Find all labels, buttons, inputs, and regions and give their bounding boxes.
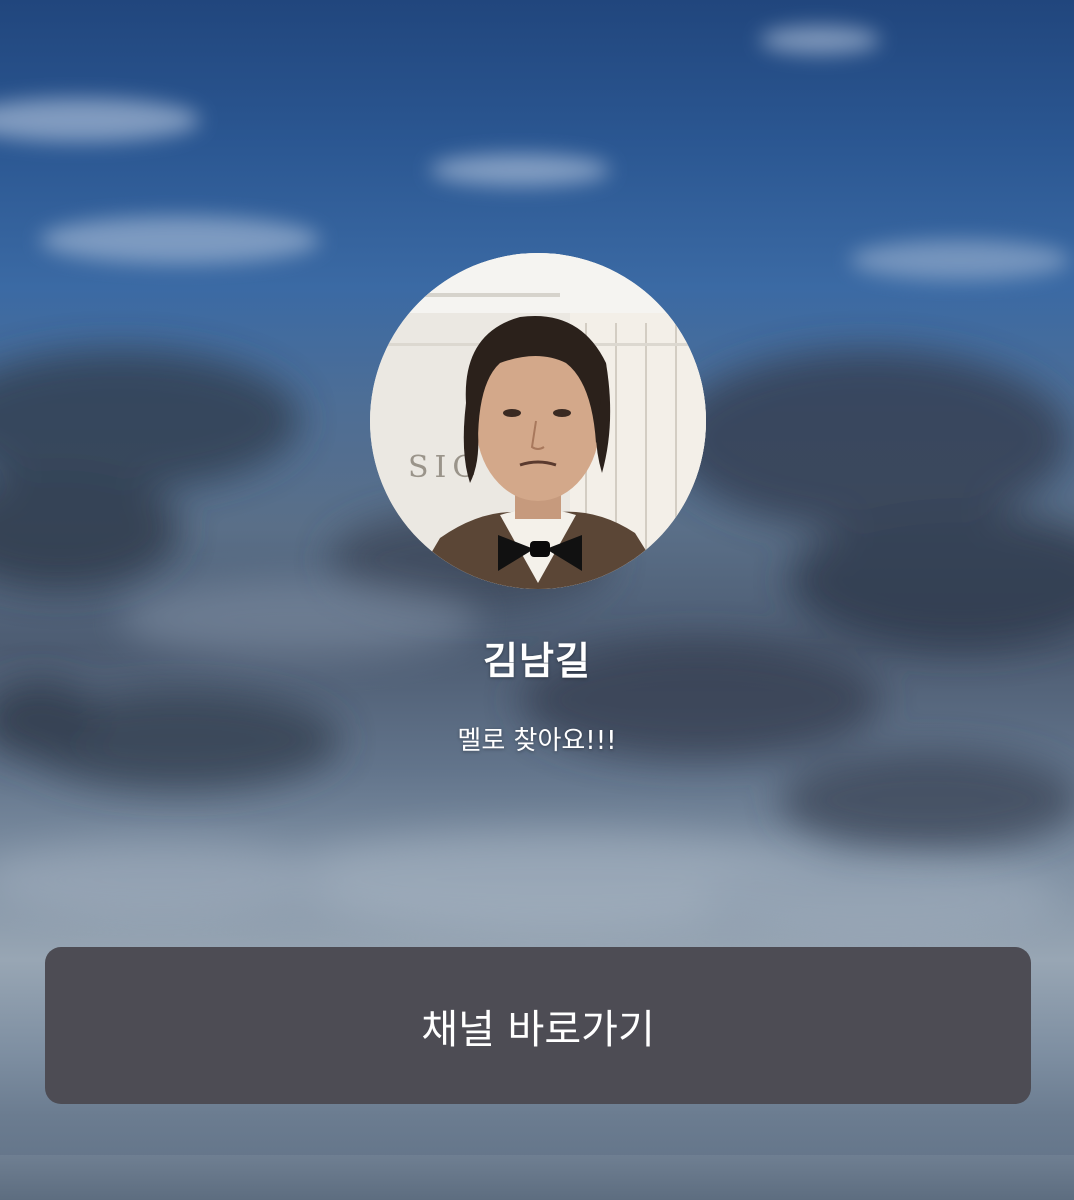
profile-name: 김남길	[483, 639, 591, 683]
channel-shortcut-button[interactable]: 채널 바로가기	[45, 947, 1031, 1104]
profile-screen: SIG 김남길 멜로 찾아요!!! 채널 바로가기	[0, 0, 1074, 1200]
profile-bio: 멜로 찾아요!!!	[457, 726, 617, 756]
channel-shortcut-label: 채널 바로가기	[421, 1006, 655, 1053]
sea-horizon	[0, 1155, 1074, 1200]
profile-avatar: SIG	[370, 253, 706, 589]
